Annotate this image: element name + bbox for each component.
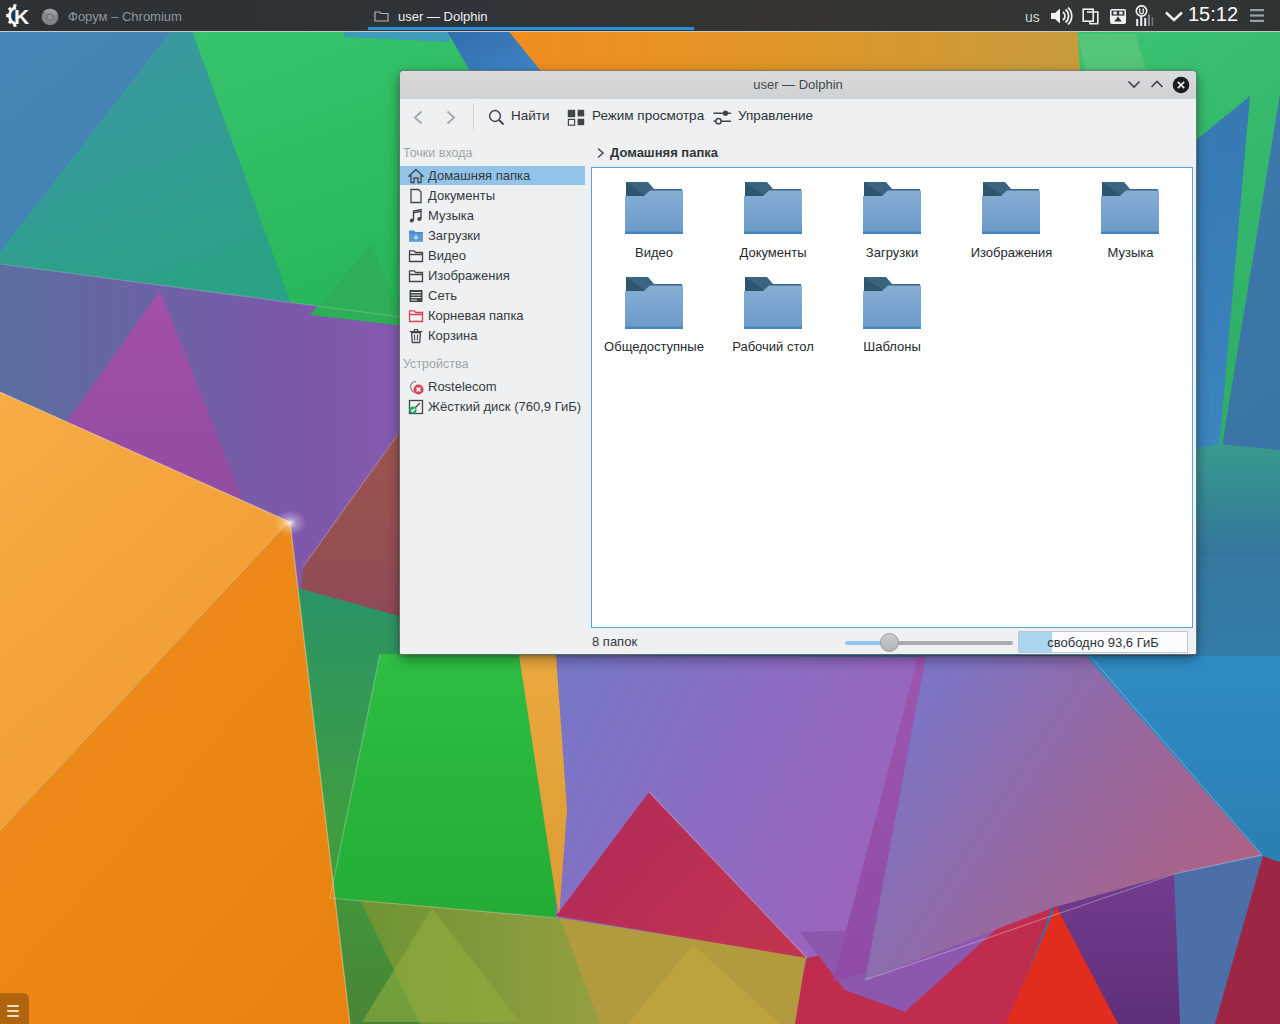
svg-text:K: K — [14, 5, 29, 28]
